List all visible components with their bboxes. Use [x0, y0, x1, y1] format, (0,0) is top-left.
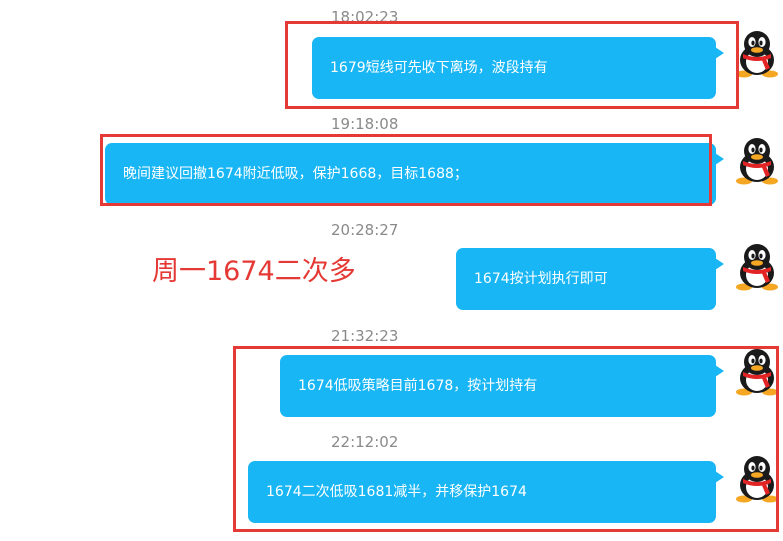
message-timestamp: 21:32:23: [331, 327, 399, 345]
message-timestamp: 19:18:08: [331, 115, 399, 133]
qq-penguin-icon[interactable]: [735, 243, 779, 291]
message-bubble[interactable]: 1674按计划执行即可: [456, 248, 724, 310]
message-timestamp: 20:28:27: [331, 221, 399, 239]
highlight-box: [100, 134, 712, 206]
highlight-box: [233, 346, 779, 532]
highlight-box: [285, 21, 739, 109]
annotation-text: 周一1674二次多: [152, 256, 356, 287]
qq-penguin-icon[interactable]: [735, 30, 779, 78]
qq-penguin-icon[interactable]: [735, 137, 779, 185]
